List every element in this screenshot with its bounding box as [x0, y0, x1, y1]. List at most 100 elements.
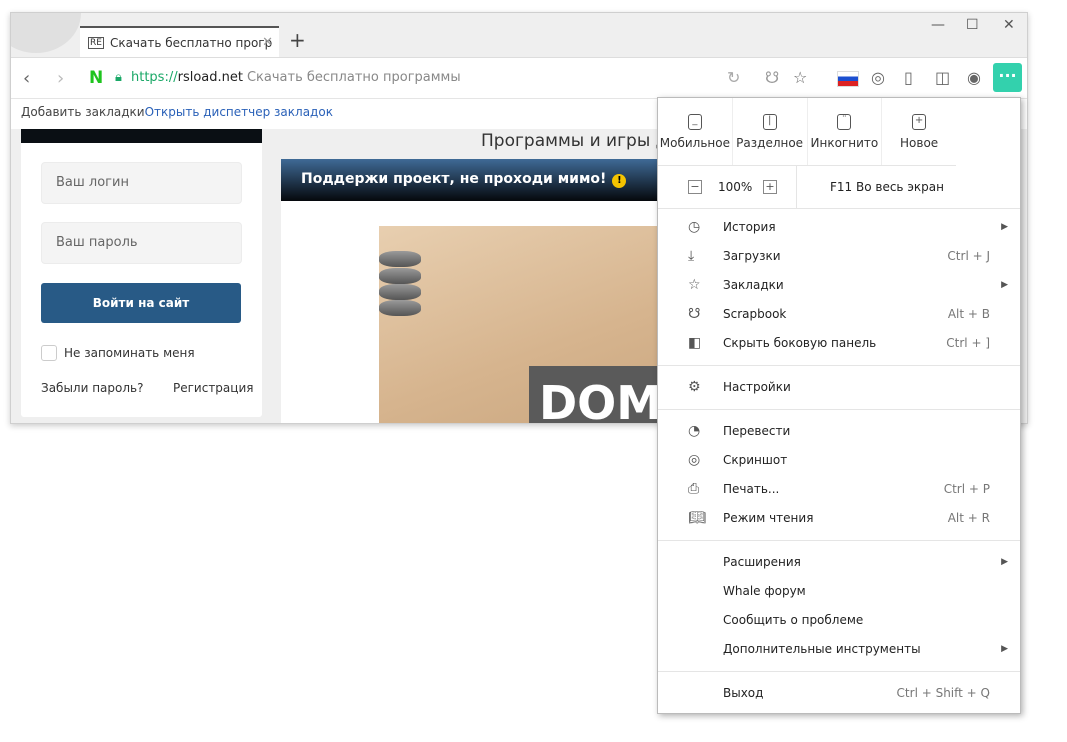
label: Scrapbook	[723, 307, 787, 321]
back-icon[interactable]: ‹	[23, 68, 30, 89]
tab-bar: RE Скачать бесплатно прогр ✕ + — ☐ ✕	[11, 13, 1027, 57]
zoom-in-button[interactable]: +	[763, 180, 777, 194]
panel-header	[21, 129, 262, 143]
label: Закладки	[723, 278, 784, 292]
menu-item-hide-sidebar[interactable]: ◧ Скрыть боковую панель Ctrl + ]	[658, 329, 1020, 358]
fullscreen-button[interactable]: F11 Во весь экран	[830, 180, 944, 194]
profile-icon[interactable]: ◉	[967, 68, 981, 87]
menu-item-extensions[interactable]: Расширения ▶	[658, 548, 1020, 577]
label: История	[723, 220, 776, 234]
new-tab-button[interactable]: +	[289, 28, 306, 52]
label: Скрыть боковую панель	[723, 336, 877, 350]
password-input[interactable]: Ваш пароль	[41, 222, 242, 264]
shortcut: Ctrl + ]	[946, 336, 990, 350]
banner-text: Поддержи проект, не проходи мимо!	[301, 171, 607, 187]
mobile-window-button[interactable]: _ Мобильное	[658, 98, 733, 165]
translate-icon: ◔	[688, 423, 701, 439]
printer-icon: ⎙	[688, 481, 700, 497]
label: Выход	[723, 686, 764, 700]
menu-item-print[interactable]: ⎙ Печать... Ctrl + P	[658, 475, 1020, 504]
menu-item-report[interactable]: Сообщить о проблеме	[658, 606, 1020, 635]
reload-icon[interactable]: ↻	[727, 68, 740, 87]
login-button[interactable]: Войти на сайт	[41, 283, 241, 323]
submenu-arrow-icon: ▶	[1001, 280, 1008, 290]
menu-item-scrapbook[interactable]: ☋ Scrapbook Alt + B	[658, 300, 1020, 329]
star-icon[interactable]: ☆	[793, 68, 807, 87]
shortcut: Ctrl + P	[943, 482, 990, 496]
split-view-icon[interactable]: ▯	[904, 68, 913, 87]
label: Whale форум	[723, 584, 806, 598]
add-bookmarks-link[interactable]: Добавить закладки	[21, 105, 145, 119]
shortcut: Alt + B	[947, 307, 990, 321]
menu-button[interactable]: ···	[993, 63, 1022, 92]
label: Перевести	[723, 424, 791, 438]
coin-decoration	[379, 268, 421, 284]
coin-decoration	[379, 251, 421, 267]
menu-item-translate[interactable]: ◔ Перевести	[658, 417, 1020, 446]
zoom-row: − 100% + F11 Во весь экран	[658, 166, 1020, 209]
register-link[interactable]: Регистрация	[173, 381, 253, 395]
label: Скриншот	[723, 453, 788, 467]
browser-menu: _ Мобильное | Разделное ¨ Инкогнито + Новое …	[657, 97, 1021, 714]
menu-item-downloads[interactable]: ⤓ Загрузки Ctrl + J	[658, 242, 1020, 271]
coin-decoration	[379, 300, 421, 316]
whale-logo-decoration	[11, 13, 81, 53]
label: Мобильное	[659, 136, 730, 150]
favicon-icon: RE	[88, 36, 104, 49]
flag-ru-icon[interactable]	[837, 71, 859, 87]
label: Загрузки	[723, 249, 781, 263]
menu-item-bookmarks[interactable]: ☆ Закладки ▶	[658, 271, 1020, 300]
url-domain: rsload.net	[177, 70, 243, 85]
login-input[interactable]: Ваш логин	[41, 162, 242, 204]
address-bar[interactable]: https://rsload.net Скачать бесплатно прог…	[131, 70, 461, 85]
download-icon: ⤓	[688, 248, 695, 264]
tab-title: Скачать бесплатно прогр	[109, 35, 273, 50]
scrapbook-icon: ☋	[688, 306, 701, 322]
close-window-button[interactable]: ✕	[1003, 17, 1015, 33]
menu-item-reading-mode[interactable]: 📖︎ Режим чтения Alt + R	[658, 504, 1020, 533]
lock-icon: 🔒︎	[115, 70, 122, 85]
mobile-icon: _	[687, 114, 702, 130]
naver-icon[interactable]: N	[89, 68, 103, 88]
support-banner[interactable]: Поддержи проект, не проходи мимо!!	[281, 159, 661, 201]
coin-decoration	[379, 284, 421, 300]
sidebar-icon: ◧	[688, 335, 702, 351]
menu-item-exit[interactable]: Выход Ctrl + Shift + Q	[658, 679, 1020, 708]
menu-item-more-tools[interactable]: Дополнительные инструменты ▶	[658, 635, 1020, 664]
scrapbook-icon[interactable]: ☋	[765, 68, 779, 87]
zoom-out-button[interactable]: −	[688, 180, 702, 194]
login-panel: Ваш логин Ваш пароль Войти на сайт Не за…	[21, 129, 262, 417]
toolbar: ‹ › N 🔒︎ https://rsload.net Скачать беспл…	[11, 57, 1027, 99]
menu-item-screenshot[interactable]: ◎ Скриншот	[658, 446, 1020, 475]
screenshot-icon[interactable]: ◎	[871, 68, 885, 87]
clock-icon: ◷	[688, 219, 701, 235]
menu-item-forum[interactable]: Whale форум	[658, 577, 1020, 606]
sidebar-icon[interactable]: ◫	[935, 68, 950, 87]
split-window-button[interactable]: | Разделное	[733, 98, 808, 165]
zoom-level: 100%	[718, 180, 753, 194]
minimize-button[interactable]: —	[931, 17, 945, 33]
article-image[interactable]: DOM	[379, 226, 669, 423]
label: Режим чтения	[723, 511, 814, 525]
label: Настройки	[723, 380, 791, 394]
tab-active[interactable]: RE Скачать бесплатно прогр ✕	[80, 26, 279, 57]
remember-checkbox[interactable]	[41, 345, 57, 361]
divider	[658, 671, 1020, 672]
split-icon: |	[762, 114, 777, 130]
new-window-icon: +	[912, 114, 927, 130]
divider	[658, 365, 1020, 366]
book-icon: 📖︎	[688, 510, 706, 526]
incognito-window-button[interactable]: ¨ Инкогнито	[808, 98, 883, 165]
menu-item-settings[interactable]: ⚙ Настройки	[658, 373, 1020, 402]
incognito-icon: ¨	[837, 114, 852, 130]
bookmark-manager-link[interactable]: Открыть диспетчер закладок	[145, 105, 333, 119]
shortcut: Ctrl + Shift + Q	[896, 686, 990, 700]
forgot-password-link[interactable]: Забыли пароль?	[41, 381, 143, 395]
new-window-button[interactable]: + Новое	[882, 98, 956, 165]
forward-icon[interactable]: ›	[57, 68, 64, 89]
tab-close-icon[interactable]: ✕	[262, 35, 273, 50]
menu-item-history[interactable]: ◷ История ▶	[658, 213, 1020, 242]
maximize-button[interactable]: ☐	[966, 17, 979, 33]
camera-icon: ◎	[688, 452, 701, 468]
domain-sign: DOM	[529, 366, 669, 423]
